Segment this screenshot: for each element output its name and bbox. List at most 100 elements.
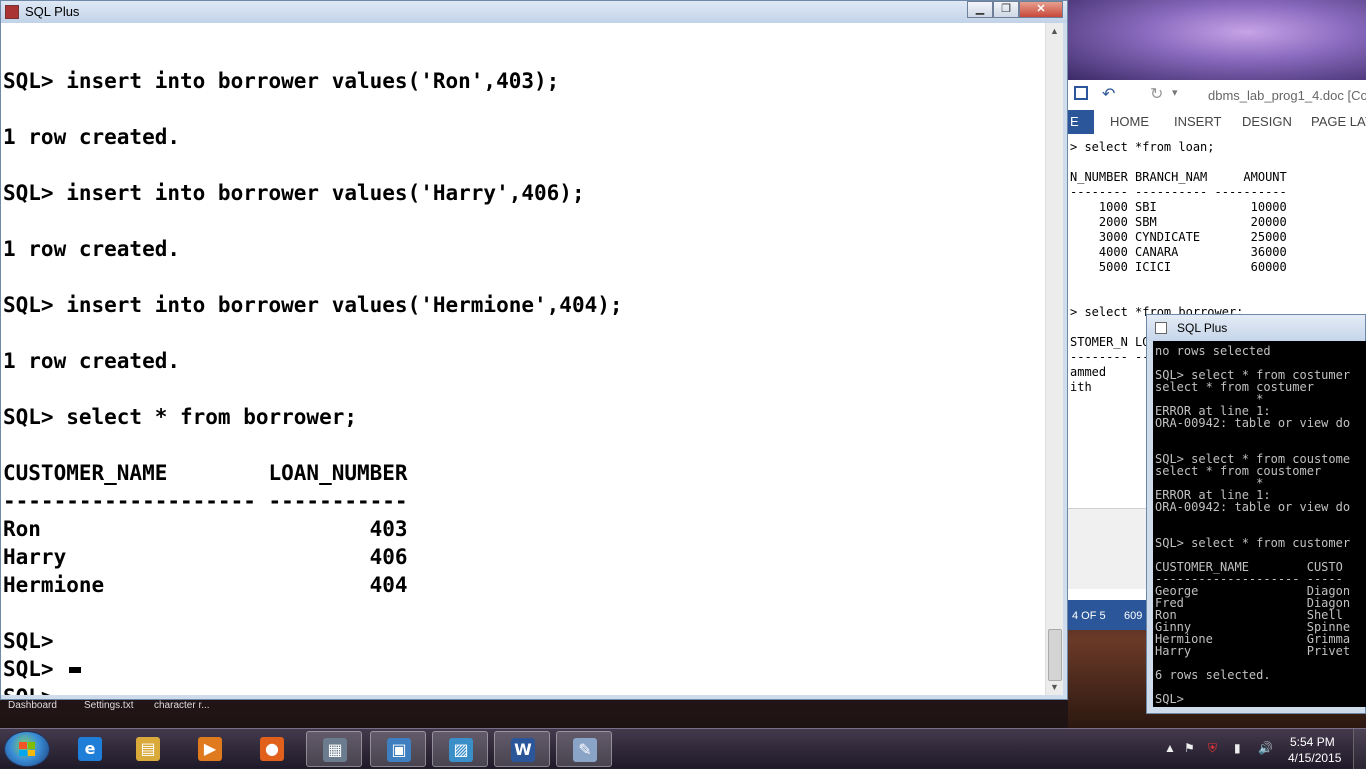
console-line: SQL> [3,629,54,653]
console-line: 1 row created. [3,349,181,373]
taskbar-windows-explorer[interactable]: ▤ [120,731,176,767]
undo-icon[interactable]: ↶ [1102,84,1115,104]
taskbar-photo-viewer[interactable]: ▨ [432,731,488,767]
taskbar-media-player[interactable]: ▶ [182,731,238,767]
windows-explorer-icon: ▤ [136,737,160,761]
document-line: 5000 ICICI 60000 [1070,260,1287,274]
paint-icon: ✎ [573,738,597,762]
scrollbar-thumb[interactable] [1048,629,1062,681]
sql-console[interactable]: SQL> insert into borrower values('Ron',4… [1,23,1045,695]
word-status-bar: 4 OF 5 609 [1068,600,1148,630]
clock-time[interactable]: 5:54 PM [1290,735,1335,749]
clock-date[interactable]: 4/15/2015 [1288,751,1341,765]
console-line: SQL> insert into borrower values('Ron',4… [3,69,560,93]
window-title: SQL Plus [25,4,80,19]
redo-icon[interactable]: ↻ [1150,84,1163,104]
taskbar: e ▤ ▶ ● ▦ ▣ ▨ W ✎ ▲ ⚑ ⛨ ▮ 🔊 5:54 PM 4/15/2015 [0,728,1366,769]
sqlplus-small-window[interactable]: SQL Plus no rows selected SQL> select * f… [1146,314,1366,714]
console-line: Harry 406 [3,545,408,569]
document-line: 4000 CANARA 36000 [1070,245,1287,259]
text-cursor [69,667,81,673]
scroll-down-arrow-icon[interactable]: ▼ [1046,679,1063,695]
console-line: CUSTOMER_NAME LOAN_NUMBER [3,461,408,485]
volume-icon[interactable]: 🔊 [1258,741,1273,755]
word-count[interactable]: 609 [1124,610,1142,622]
window-controls: ▁ ❐ ✕ [967,1,1063,19]
tab-design[interactable]: DESIGN [1242,114,1292,129]
document-line: -------- ---------- ---------- [1070,185,1287,199]
word-quick-access-toolbar: ↶ ▾ ↻ dbms_lab_prog1_4.doc [Comp [1068,80,1366,108]
titlebar[interactable]: SQL Plus ▁ ❐ ✕ [1,1,1067,23]
console-line: ORA-00942: table or view do [1155,500,1351,514]
taskbar-word[interactable]: W [494,731,550,767]
console-line: 1 row created. [3,125,181,149]
firefox-icon: ● [260,737,284,761]
taskbar-internet-explorer[interactable]: e [62,731,118,767]
console-line: SQL> [1155,692,1184,706]
small-titlebar[interactable]: SQL Plus [1147,315,1365,341]
console-line: SQL> [3,657,54,681]
console-line: SQL> insert into borrower values('Hermio… [3,293,623,317]
console-line: Hermione 404 [3,573,408,597]
console-line: 6 rows selected. [1155,668,1271,682]
console-line: SQL> insert into borrower values('Harry'… [3,181,585,205]
desktop-label[interactable]: character r... [154,700,210,711]
document-line: > select *from loan; [1070,140,1215,154]
console-line: SQL> select * from borrower; [3,405,358,429]
document-line: N_NUMBER BRANCH_NAM AMOUNT [1070,170,1287,184]
desktop-label[interactable]: Settings.txt [84,700,133,711]
document-line: ammed [1070,365,1107,379]
media-player-icon: ▶ [198,737,222,761]
taskbar-sql-plus[interactable]: ▦ [306,731,362,767]
sqlplus-app-icon [5,5,19,19]
windows-logo-icon [19,742,35,756]
console-line: 1 row created. [3,237,181,261]
vertical-scrollbar[interactable]: ▲ ▼ [1045,23,1063,695]
document-title: dbms_lab_prog1_4.doc [Comp [1208,88,1366,103]
photo-viewer-icon: ▨ [449,738,473,762]
desktop-icon-labels: Dashboard Settings.txt character r... [0,700,300,712]
save-icon[interactable] [1074,86,1088,100]
minimize-button[interactable]: ▁ [967,1,993,18]
taskbar-firefox[interactable]: ● [244,731,300,767]
console-line: -------------------- ----------- [3,489,408,513]
console-line: SQL> select * from customer [1155,536,1351,550]
sqlplus-app-icon [1155,322,1167,334]
security-alert-icon[interactable]: ⛨ [1208,741,1217,756]
tab-insert[interactable]: INSERT [1174,114,1221,129]
console-line: Ron 403 [3,517,408,541]
show-desktop-button[interactable] [1353,729,1366,769]
internet-explorer-icon: e [78,737,102,761]
taskbar-control-panel[interactable]: ▣ [370,731,426,767]
document-line: -------- -- [1070,350,1150,364]
page-count[interactable]: 4 OF 5 [1072,610,1106,622]
chevron-down-icon[interactable]: ▾ [1172,86,1178,99]
desktop-label[interactable]: Dashboard [8,700,57,711]
control-panel-icon: ▣ [387,738,411,762]
small-sql-console[interactable]: no rows selected SQL> select * from costu… [1153,341,1366,707]
word-ribbon-tabs: E HOME INSERT DESIGN PAGE LAYO [1068,108,1366,134]
console-line: ORA-00942: table or view do [1155,416,1351,430]
tab-home[interactable]: HOME [1110,114,1149,129]
network-signal-icon[interactable]: ▮ [1234,741,1241,755]
document-line: 2000 SBM 20000 [1070,215,1287,229]
console-line: SQL> [3,683,54,695]
sql-plus-icon: ▦ [323,738,347,762]
document-line: ith [1070,380,1092,394]
show-hidden-icons-icon[interactable]: ▲ [1164,741,1176,755]
console-line: Harry Privet [1155,644,1351,658]
tab-file[interactable]: E [1068,110,1094,134]
document-line: STOMER_N LO [1070,335,1150,349]
scroll-up-arrow-icon[interactable]: ▲ [1046,23,1063,39]
close-button[interactable]: ✕ [1019,1,1063,18]
sqlplus-main-window[interactable]: SQL Plus ▁ ❐ ✕ SQL> insert into borrower… [0,0,1068,700]
tab-page-layout[interactable]: PAGE LAYO [1311,114,1366,129]
word-icon: W [511,738,535,762]
maximize-button[interactable]: ❐ [993,1,1019,18]
action-center-flag-icon[interactable]: ⚑ [1184,741,1195,755]
console-line: no rows selected [1155,344,1271,358]
start-button[interactable] [4,731,50,767]
small-window-title: SQL Plus [1177,321,1228,335]
taskbar-paint[interactable]: ✎ [556,731,612,767]
system-tray: ▲ ⚑ ⛨ ▮ 🔊 5:54 PM 4/15/2015 [1160,729,1366,769]
